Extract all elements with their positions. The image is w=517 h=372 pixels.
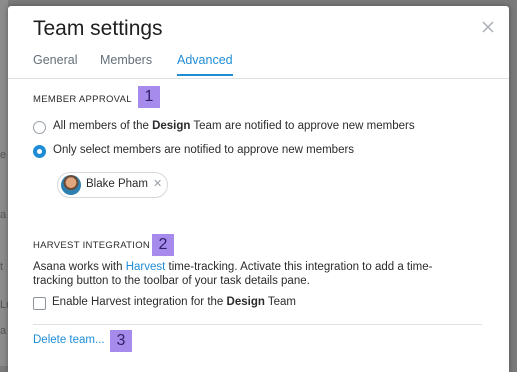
background-text-fragment: a: [0, 325, 7, 337]
harvest-enable-label: Enable Harvest integration for the Desig…: [52, 296, 296, 308]
harvest-description: Asana works with Harvest time-tracking. …: [33, 260, 463, 288]
callout-badge-2: 2: [152, 234, 174, 256]
harvest-enable-checkbox[interactable]: [33, 297, 46, 310]
member-approval-heading: MEMBER APPROVAL: [33, 94, 132, 105]
tab-members[interactable]: Members: [100, 53, 152, 74]
team-settings-dialog: Team settings General Members Advanced M…: [8, 6, 509, 372]
approver-name: Blake Pham: [86, 178, 149, 190]
backdrop: [0, 0, 8, 366]
option-select-members-label: Only select members are notified to appr…: [53, 144, 355, 156]
radio-select-members[interactable]: [33, 145, 46, 158]
delete-team-link[interactable]: Delete team...: [33, 334, 105, 346]
tab-general[interactable]: General: [33, 53, 77, 74]
harvest-integration-heading: HARVEST INTEGRATION: [33, 240, 151, 251]
remove-approver-icon[interactable]: ✕: [153, 177, 162, 190]
option-all-suffix: Team are notified to approve new members: [190, 120, 415, 132]
harvest-enable-suffix: Team: [264, 296, 296, 308]
option-all-prefix: All members of the: [53, 120, 153, 132]
avatar: [61, 175, 81, 195]
callout-badge-1: 1: [138, 86, 160, 108]
harvest-link[interactable]: Harvest: [126, 261, 166, 273]
harvest-desc-prefix: Asana works with: [33, 261, 126, 273]
tab-bar: General Members Advanced: [8, 53, 509, 79]
background-text-fragment: a: [0, 209, 7, 221]
approver-chip[interactable]: Blake Pham ✕: [57, 172, 168, 198]
close-icon-glyph: [482, 21, 494, 33]
callout-badge-3: 3: [110, 330, 132, 352]
background-text-fragment: t: [0, 261, 4, 273]
radio-all-members[interactable]: [33, 121, 46, 134]
harvest-enable-prefix: Enable Harvest integration for the: [52, 296, 227, 308]
close-icon[interactable]: [480, 19, 496, 35]
background-text-fragment: e: [0, 149, 7, 161]
option-all-team: Design: [152, 120, 191, 132]
harvest-enable-team: Design: [226, 296, 265, 308]
tab-advanced[interactable]: Advanced: [177, 53, 233, 76]
option-all-members-label: All members of the Design Team are notif…: [53, 120, 415, 132]
dialog-title: Team settings: [33, 17, 163, 40]
footer-divider: [33, 324, 482, 325]
